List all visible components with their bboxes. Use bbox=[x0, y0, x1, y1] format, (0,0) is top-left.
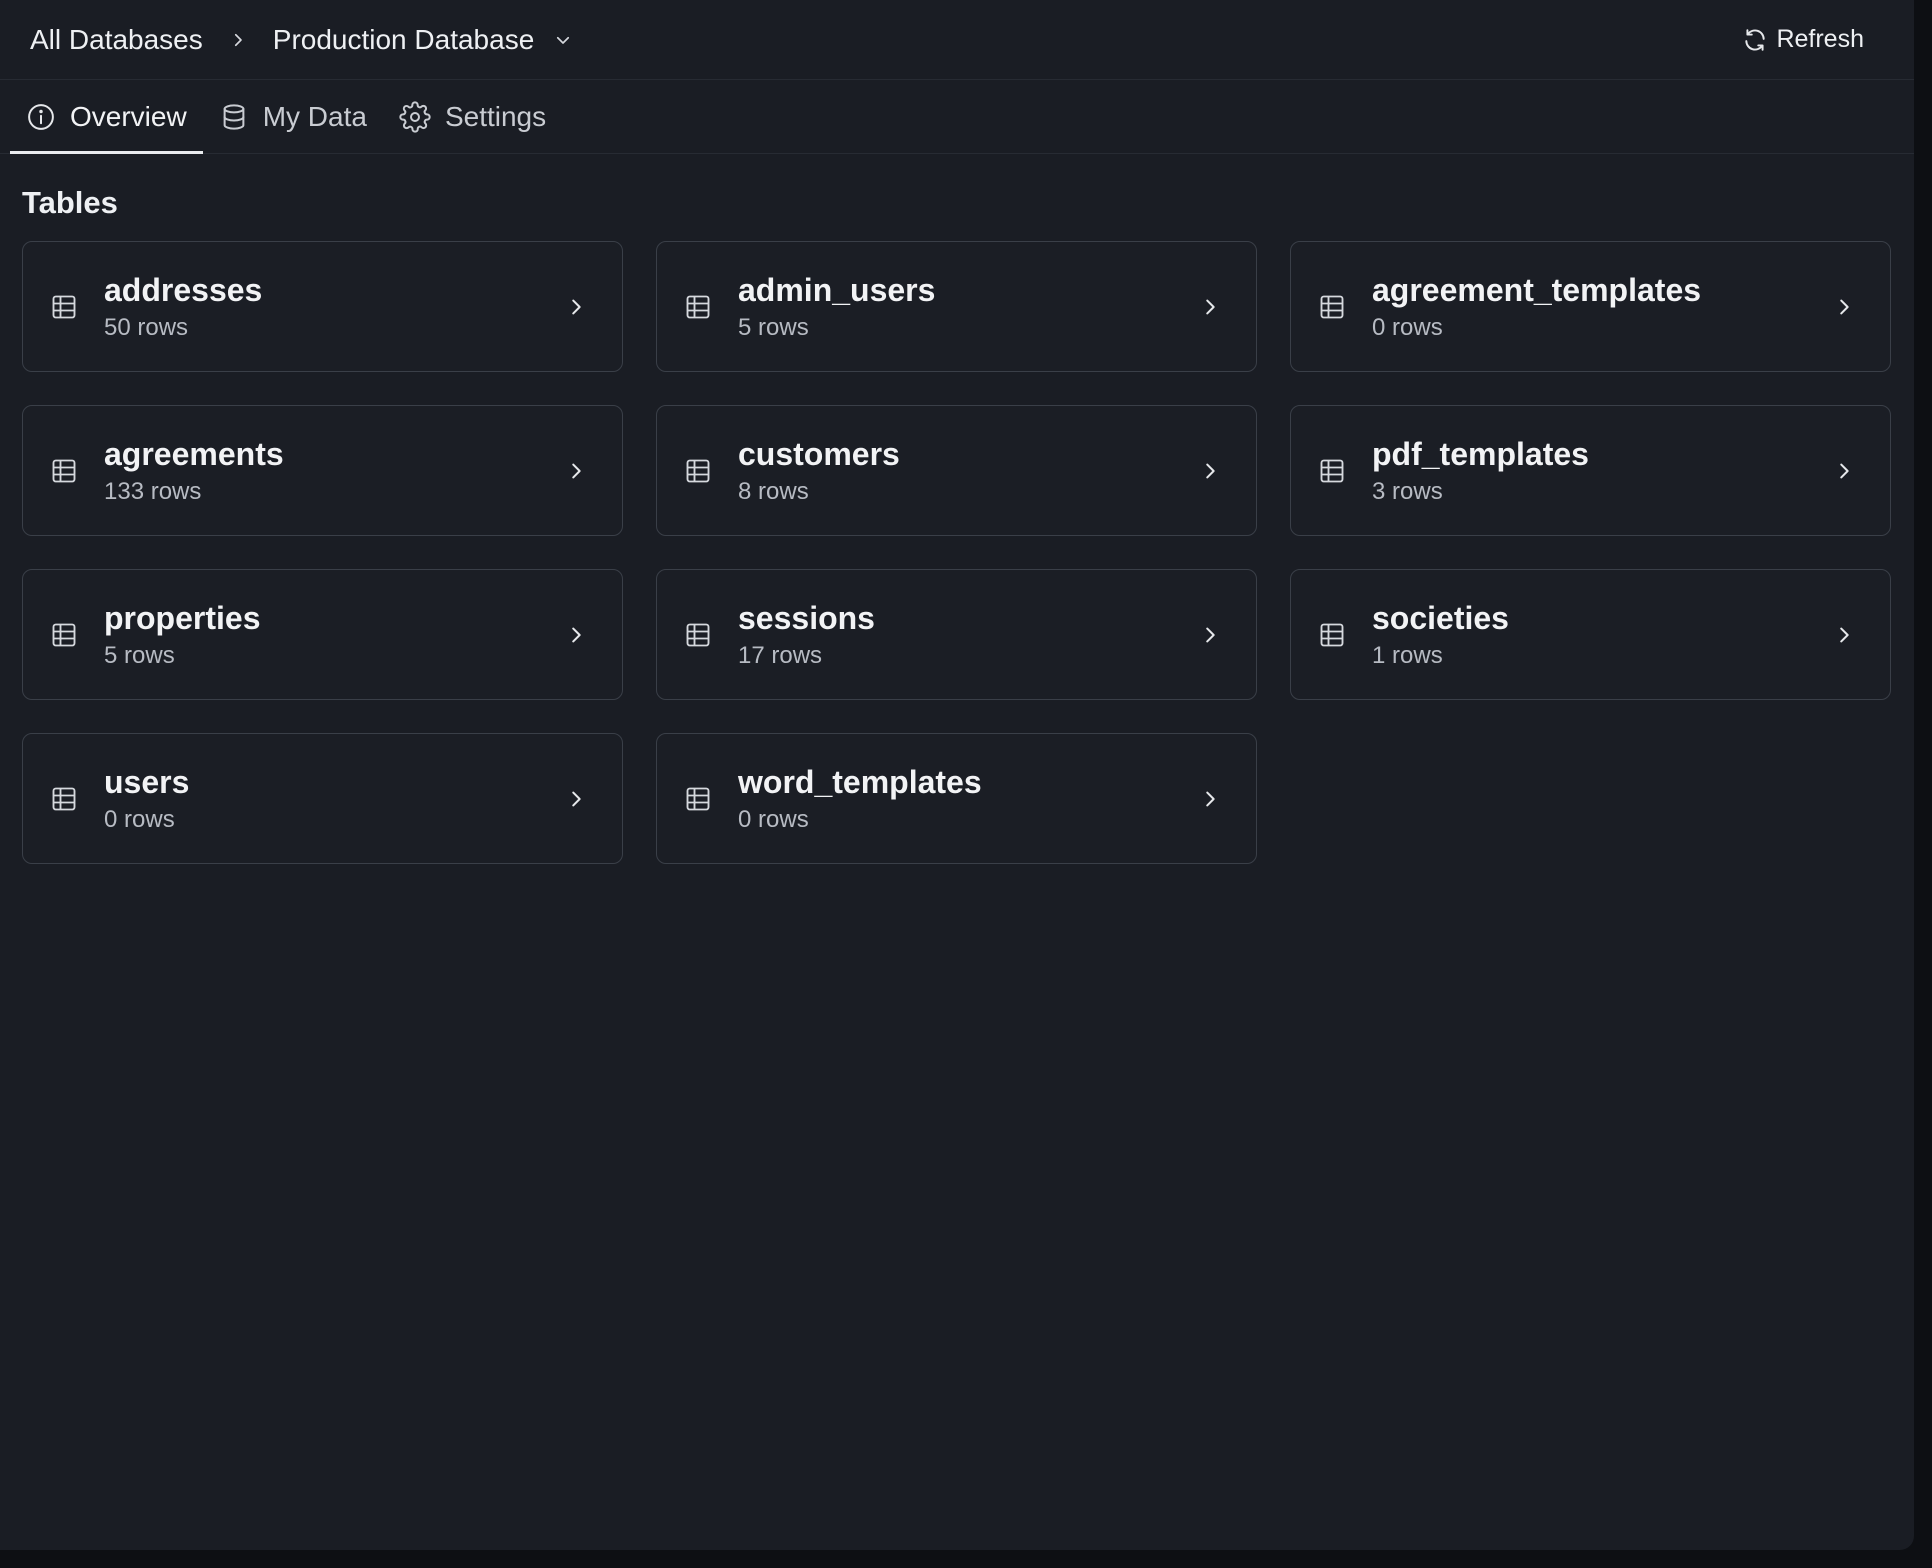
table-icon bbox=[49, 456, 79, 486]
table-card[interactable]: agreements 133 rows bbox=[22, 405, 623, 536]
table-name: word_templates bbox=[738, 764, 982, 800]
tab-bar: Overview My Data Settings bbox=[0, 80, 1914, 154]
tab-my-data[interactable]: My Data bbox=[203, 80, 383, 153]
chevron-right-icon bbox=[1832, 295, 1856, 319]
breadcrumb: All Databases Production Database bbox=[30, 24, 572, 56]
table-icon bbox=[49, 292, 79, 322]
header-bar: All Databases Production Database Refres… bbox=[0, 0, 1914, 80]
table-icon bbox=[1317, 456, 1347, 486]
table-icon bbox=[683, 292, 713, 322]
refresh-button[interactable]: Refresh bbox=[1730, 19, 1876, 60]
table-card-text: word_templates 0 rows bbox=[738, 762, 1198, 835]
chevron-right-icon bbox=[1198, 787, 1222, 811]
table-row-count: 5 rows bbox=[104, 642, 175, 669]
info-icon bbox=[26, 102, 56, 132]
table-card-text: users 0 rows bbox=[104, 762, 564, 835]
chevron-right-icon bbox=[564, 787, 588, 811]
table-card[interactable]: addresses 50 rows bbox=[22, 241, 623, 372]
table-icon bbox=[49, 620, 79, 650]
breadcrumb-all-databases[interactable]: All Databases bbox=[30, 24, 203, 56]
chevron-right-icon bbox=[564, 623, 588, 647]
table-card[interactable]: customers 8 rows bbox=[656, 405, 1257, 536]
table-card-text: properties 5 rows bbox=[104, 598, 564, 671]
table-name: addresses bbox=[104, 272, 263, 308]
tab-label: Overview bbox=[70, 100, 187, 132]
table-card-text: addresses 50 rows bbox=[104, 270, 564, 343]
table-card-text: sessions 17 rows bbox=[738, 598, 1198, 671]
table-card-text: customers 8 rows bbox=[738, 434, 1198, 507]
tab-overview[interactable]: Overview bbox=[10, 80, 203, 154]
table-card[interactable]: users 0 rows bbox=[22, 733, 623, 864]
table-icon bbox=[1317, 292, 1347, 322]
table-card-text: agreement_templates 0 rows bbox=[1372, 270, 1832, 343]
chevron-right-icon bbox=[203, 31, 273, 49]
table-row-count: 50 rows bbox=[104, 314, 189, 341]
table-icon bbox=[49, 784, 79, 814]
table-icon bbox=[683, 620, 713, 650]
tab-settings[interactable]: Settings bbox=[383, 80, 562, 153]
table-card[interactable]: pdf_templates 3 rows bbox=[1290, 405, 1891, 536]
table-name: properties bbox=[104, 600, 261, 636]
gear-icon bbox=[399, 100, 431, 133]
table-row-count: 8 rows bbox=[738, 478, 809, 505]
tab-label: Settings bbox=[444, 100, 547, 132]
table-row-count: 3 rows bbox=[1372, 478, 1443, 505]
table-name: sessions bbox=[738, 600, 875, 636]
table-row-count: 133 rows bbox=[104, 478, 202, 505]
table-row-count: 17 rows bbox=[738, 642, 823, 669]
table-grid: addresses 50 rows admin_users 5 rows agr… bbox=[22, 241, 1892, 864]
table-card[interactable]: admin_users 5 rows bbox=[656, 241, 1257, 372]
table-row-count: 0 rows bbox=[1372, 314, 1443, 341]
table-row-count: 0 rows bbox=[104, 806, 175, 833]
table-card-text: societies 1 rows bbox=[1372, 598, 1832, 671]
table-card[interactable]: sessions 17 rows bbox=[656, 569, 1257, 700]
table-row-count: 0 rows bbox=[738, 806, 809, 833]
database-icon bbox=[219, 102, 249, 132]
table-card[interactable]: agreement_templates 0 rows bbox=[1290, 241, 1891, 372]
chevron-right-icon bbox=[1198, 459, 1222, 483]
table-row-count: 1 rows bbox=[1372, 642, 1443, 669]
table-name: agreements bbox=[104, 436, 284, 472]
app-window: All Databases Production Database Refres… bbox=[0, 0, 1914, 1550]
tab-label: My Data bbox=[262, 100, 367, 132]
table-card-text: agreements 133 rows bbox=[104, 434, 564, 507]
table-name: customers bbox=[738, 436, 900, 472]
chevron-right-icon bbox=[1198, 295, 1222, 319]
database-selector[interactable]: Production Database bbox=[273, 24, 573, 56]
table-icon bbox=[1317, 620, 1347, 650]
chevron-right-icon bbox=[1832, 459, 1856, 483]
table-card-text: admin_users 5 rows bbox=[738, 270, 1198, 343]
table-name: users bbox=[104, 764, 190, 800]
table-name: agreement_templates bbox=[1372, 272, 1702, 308]
table-card[interactable]: societies 1 rows bbox=[1290, 569, 1891, 700]
table-name: pdf_templates bbox=[1372, 436, 1589, 472]
chevron-down-icon bbox=[554, 31, 572, 49]
table-icon bbox=[683, 456, 713, 486]
chevron-right-icon bbox=[1832, 623, 1856, 647]
breadcrumb-current-database: Production Database bbox=[272, 23, 535, 55]
refresh-label: Refresh bbox=[1776, 25, 1864, 53]
section-title: Tables bbox=[22, 185, 118, 220]
chevron-right-icon bbox=[1198, 623, 1222, 647]
chevron-right-icon bbox=[564, 295, 588, 319]
table-card[interactable]: word_templates 0 rows bbox=[656, 733, 1257, 864]
refresh-icon bbox=[1742, 27, 1768, 53]
table-row-count: 5 rows bbox=[738, 314, 809, 341]
table-name: societies bbox=[1372, 600, 1509, 636]
table-card[interactable]: properties 5 rows bbox=[22, 569, 623, 700]
table-name: admin_users bbox=[738, 272, 936, 308]
chevron-right-icon bbox=[564, 459, 588, 483]
table-card-text: pdf_templates 3 rows bbox=[1372, 434, 1832, 507]
table-icon bbox=[683, 784, 713, 814]
